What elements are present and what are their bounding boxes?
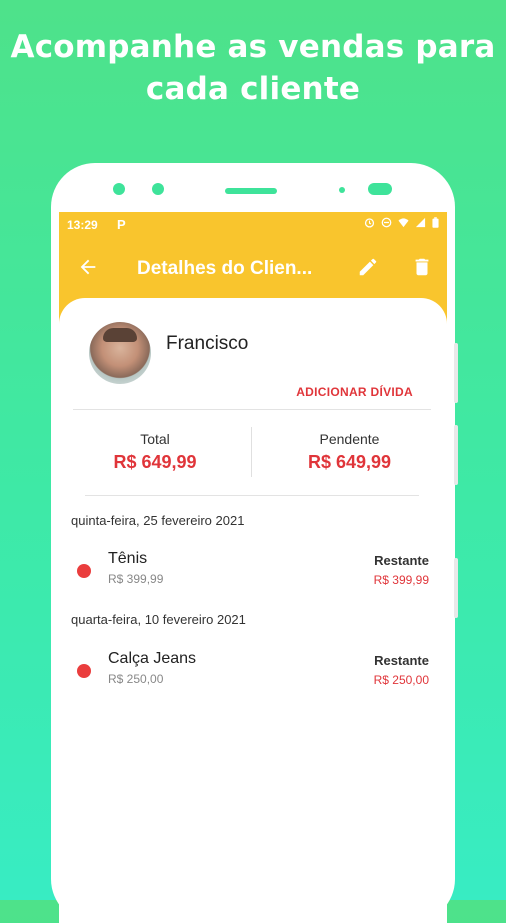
remaining-label: Restante	[374, 653, 429, 668]
headline-line-2: cada cliente	[145, 71, 361, 107]
dnd-icon	[381, 217, 392, 228]
item-name: Tênis	[108, 550, 148, 567]
promo-headline: Acompanhe as vendas para cada cliente	[0, 26, 506, 110]
total-value: R$ 649,99	[113, 452, 197, 472]
app-bar: Detalhes do Clien...	[59, 238, 447, 298]
status-time: 13:29	[67, 218, 98, 232]
remaining-value: R$ 399,99	[373, 573, 429, 587]
front-sensor	[152, 183, 164, 195]
app-screen: 13:29 P Detalhes do Clien... Francisco A…	[59, 212, 447, 923]
total-label: Total	[140, 431, 170, 447]
signal-icon	[415, 217, 426, 228]
item-price: R$ 250,00	[108, 672, 164, 686]
earpiece-speaker	[225, 188, 277, 194]
wifi-icon	[398, 218, 409, 228]
remaining-value: R$ 250,00	[373, 673, 429, 687]
battery-icon	[432, 217, 439, 228]
client-details-card: Francisco ADICIONAR DÍVIDA Total R$ 649,…	[59, 298, 447, 923]
power-button	[454, 425, 458, 485]
date-header: quarta-feira, 10 fevereiro 2021	[71, 612, 246, 627]
side-button	[454, 558, 458, 618]
front-camera	[113, 183, 125, 195]
add-debt-button[interactable]: ADICIONAR DÍVIDA	[296, 385, 413, 399]
phone-frame: 13:29 P Detalhes do Clien... Francisco A…	[51, 163, 458, 923]
status-dot	[77, 564, 91, 578]
client-name: Francisco	[166, 333, 249, 354]
edit-pencil-icon[interactable]	[357, 256, 379, 278]
item-price: R$ 399,99	[108, 572, 164, 586]
divider	[85, 495, 419, 496]
light-sensor	[368, 183, 392, 195]
status-dot	[77, 664, 91, 678]
pending-value: R$ 649,99	[307, 452, 392, 472]
app-notification-icon: P	[117, 217, 126, 232]
volume-button	[454, 343, 458, 403]
headline-line-1: Acompanhe as vendas para	[10, 29, 496, 65]
pending-label: Pendente	[319, 431, 380, 447]
status-bar: 13:29 P	[59, 212, 447, 238]
remaining-label: Restante	[374, 553, 429, 568]
date-header: quinta-feira, 25 fevereiro 2021	[71, 513, 245, 528]
client-avatar	[89, 322, 151, 384]
screen-title: Detalhes do Clien...	[137, 258, 313, 279]
back-arrow-icon[interactable]	[77, 256, 99, 278]
proximity-sensor	[339, 187, 345, 193]
item-name: Calça Jeans	[108, 650, 197, 667]
alarm-icon	[364, 218, 375, 228]
divider	[73, 409, 431, 410]
trash-icon[interactable]	[411, 256, 433, 278]
